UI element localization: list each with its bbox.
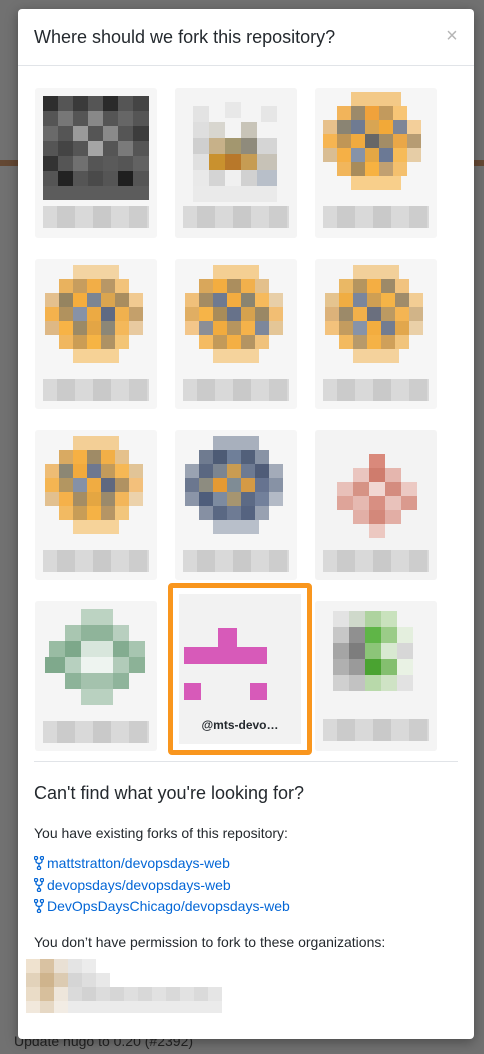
tile-account-1[interactable]: [35, 88, 157, 238]
tile-account-9[interactable]: [315, 430, 437, 580]
section-divider: [34, 761, 458, 762]
blurred-avatar-icon: [183, 265, 289, 401]
fork-link-label: devopsdays/devopsdays-web: [47, 877, 231, 893]
existing-forks-label: You have existing forks of this reposito…: [34, 825, 288, 841]
fork-dialog: Where should we fork this repository? ×: [18, 9, 474, 1039]
tile-account-8[interactable]: [175, 430, 297, 580]
blurred-avatar-icon: [43, 265, 149, 401]
blurred-avatar-icon: [323, 92, 429, 228]
repo-fork-icon: [33, 855, 45, 873]
tile-mts-devo-label: @mts-devo…: [201, 718, 279, 732]
tile-account-7[interactable]: [35, 430, 157, 580]
blurred-avatar-icon: [43, 96, 149, 228]
fork-link-devopsdayschicago[interactable]: DevOpsDaysChicago/devopsdays-web: [33, 898, 290, 916]
fork-link-label: mattstratton/devopsdays-web: [47, 855, 230, 871]
repo-fork-icon: [33, 898, 45, 916]
blurred-avatar-icon: [323, 265, 429, 401]
dialog-title: Where should we fork this repository?: [34, 27, 336, 47]
tile-account-6[interactable]: [315, 259, 437, 409]
tile-account-2[interactable]: [175, 88, 297, 238]
blurred-avatar-icon: [183, 436, 289, 572]
fork-link-label: DevOpsDaysChicago/devopsdays-web: [47, 898, 290, 914]
tile-account-10[interactable]: [35, 601, 157, 751]
tile-mts-devo-inner: @mts-devo…: [179, 594, 301, 744]
tile-account-3[interactable]: [315, 88, 437, 238]
tile-account-12[interactable]: [315, 601, 437, 751]
blurred-org-avatar-icon: [26, 959, 222, 1013]
blurred-avatar-icon: [315, 601, 437, 751]
fork-link-mattstratton[interactable]: mattstratton/devopsdays-web: [33, 855, 230, 873]
blurred-org-list: [26, 959, 226, 1018]
blurred-avatar-icon: [315, 430, 437, 580]
tile-account-5[interactable]: [175, 259, 297, 409]
repo-fork-icon: [33, 877, 45, 895]
dialog-header: Where should we fork this repository? ×: [18, 9, 474, 66]
tile-mts-devo[interactable]: @mts-devo…: [168, 583, 312, 755]
no-permission-label: You don’t have permission to fork to the…: [34, 934, 386, 950]
fork-link-devopsdays[interactable]: devopsdays/devopsdays-web: [33, 877, 231, 895]
cant-find-heading: Can't find what you're looking for?: [34, 783, 305, 803]
close-icon[interactable]: ×: [444, 24, 460, 48]
blurred-avatar-icon: [35, 601, 157, 751]
blurred-avatar-icon: [175, 88, 297, 238]
blurred-avatar-icon: [43, 436, 149, 572]
tile-account-4[interactable]: [35, 259, 157, 409]
